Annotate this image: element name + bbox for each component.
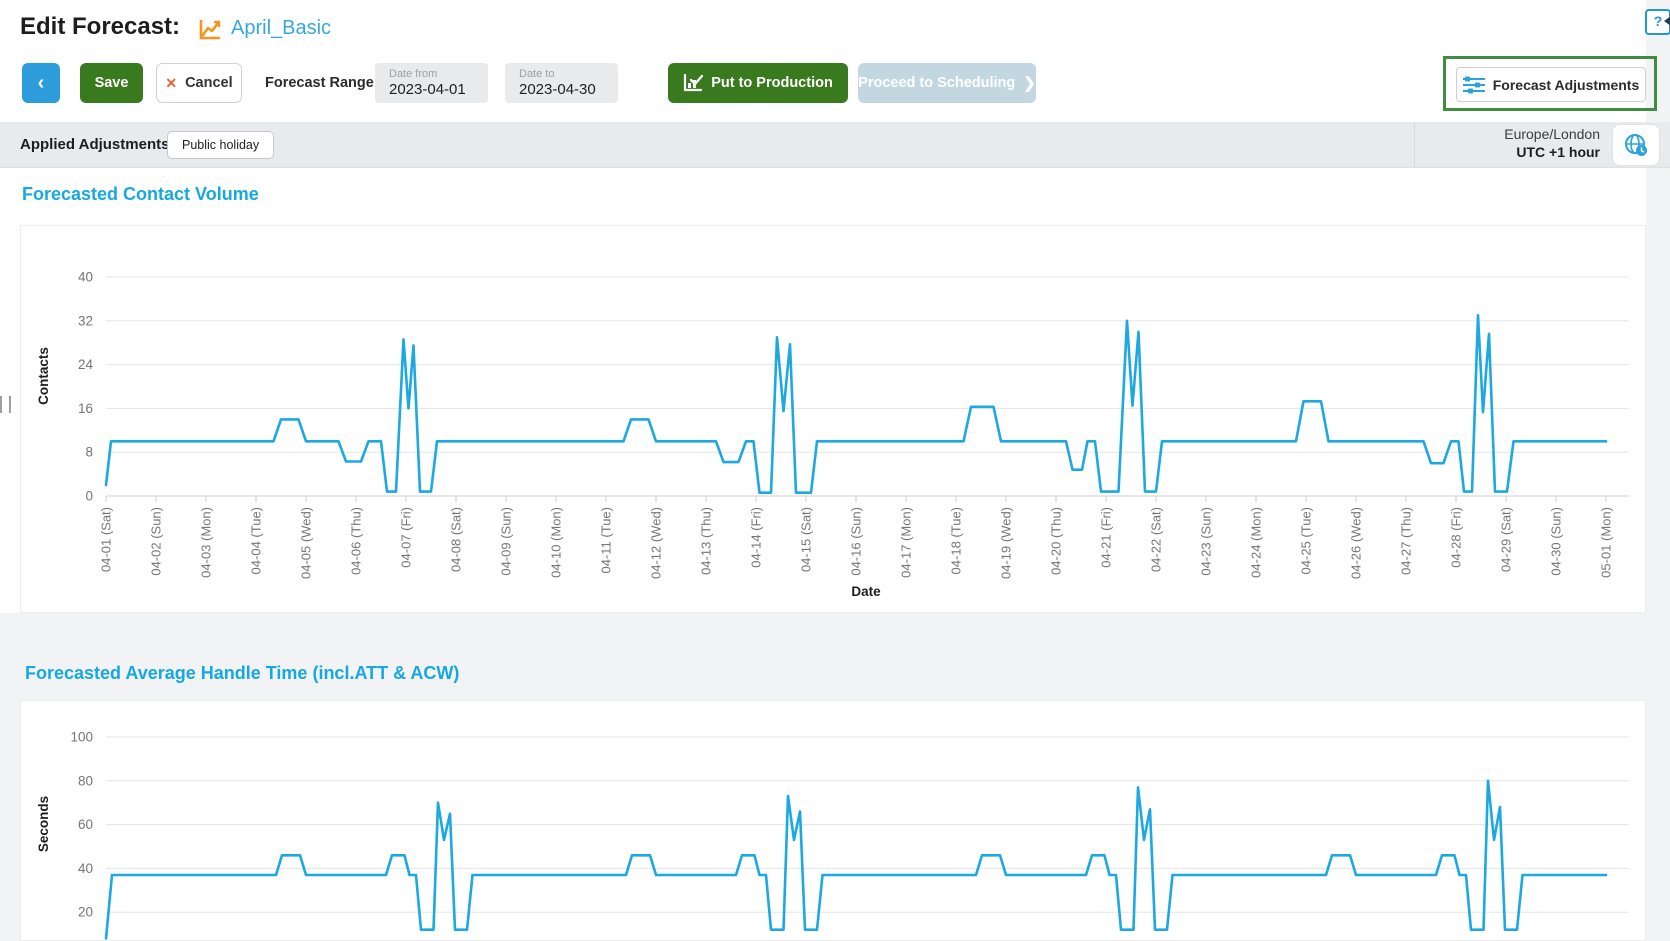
svg-text:32: 32 [78, 313, 93, 328]
svg-text:04-20 (Thu): 04-20 (Thu) [1049, 507, 1064, 575]
forecast-chart-icon [199, 19, 223, 41]
put-to-production-button[interactable]: Put to Production [668, 63, 848, 103]
svg-text:04-04 (Tue): 04-04 (Tue) [249, 507, 264, 574]
svg-text:04-19 (Wed): 04-19 (Wed) [999, 507, 1014, 579]
svg-text:16: 16 [78, 401, 93, 416]
svg-text:04-07 (Fri): 04-07 (Fri) [399, 507, 414, 568]
svg-text:Contacts: Contacts [36, 347, 51, 405]
forecast-adjustments-label: Forecast Adjustments [1493, 77, 1640, 93]
svg-text:04-11 (Tue): 04-11 (Tue) [599, 507, 614, 573]
svg-text:8: 8 [85, 445, 93, 460]
svg-text:05-01 (Mon): 05-01 (Mon) [1599, 507, 1614, 578]
svg-text:04-25 (Tue): 04-25 (Tue) [1299, 507, 1314, 574]
svg-text:04-09 (Sun): 04-09 (Sun) [499, 507, 514, 576]
svg-text:40: 40 [78, 861, 93, 876]
x-icon: ✕ [165, 75, 177, 92]
date-from-field[interactable]: Date from 2023-04-01 [375, 63, 488, 103]
proceed-to-scheduling-button[interactable]: Proceed to Scheduling ❯ [858, 63, 1036, 103]
svg-text:04-03 (Mon): 04-03 (Mon) [199, 507, 214, 578]
sliders-icon [1463, 76, 1485, 94]
date-to-field[interactable]: Date to 2023-04-30 [505, 63, 618, 103]
svg-text:Seconds: Seconds [36, 796, 51, 852]
contact-volume-title: Forecasted Contact Volume [22, 184, 259, 205]
svg-text:04-12 (Wed): 04-12 (Wed) [649, 507, 664, 579]
adjustment-chip-public-holiday[interactable]: Public holiday [167, 131, 274, 159]
cancel-button[interactable]: ✕ Cancel [156, 63, 242, 103]
contact-volume-chart: 0 8 16 24 32 40 04-01 (Sat) 04-02 (Sun) 04-03 (M… [21, 226, 1645, 612]
timezone-globe-button[interactable] [1612, 124, 1660, 166]
date-from-label: Date from [389, 68, 488, 81]
svg-text:04-13 (Thu): 04-13 (Thu) [699, 507, 714, 575]
svg-text:04-18 (Tue): 04-18 (Tue) [949, 507, 964, 574]
forecast-range-label: Forecast Range: [265, 75, 379, 91]
save-button[interactable]: Save [80, 63, 143, 103]
forecast-adjustments-button[interactable]: Forecast Adjustments [1456, 67, 1646, 102]
chevron-right-icon: ❯ [1023, 74, 1036, 92]
chart-check-icon [683, 74, 703, 92]
svg-text:04-08 (Sat): 04-08 (Sat) [449, 507, 464, 572]
contact-volume-panel: 0 8 16 24 32 40 04-01 (Sat) 04-02 (Sun) 04-03 (M… [20, 225, 1646, 613]
put-to-production-label: Put to Production [711, 75, 833, 91]
svg-text:04-21 (Fri): 04-21 (Fri) [1099, 507, 1114, 568]
svg-text:04-29 (Sat): 04-29 (Sat) [1499, 507, 1514, 572]
page-title: Edit Forecast: [20, 13, 180, 41]
svg-text:60: 60 [78, 817, 93, 832]
svg-text:04-24 (Mon): 04-24 (Mon) [1249, 507, 1264, 578]
timezone-offset: UTC +1 hour [1400, 144, 1600, 160]
cursor-arrow-icon [1664, 16, 1670, 26]
svg-text:100: 100 [70, 730, 93, 745]
svg-text:04-26 (Wed): 04-26 (Wed) [1349, 507, 1364, 579]
svg-text:04-06 (Thu): 04-06 (Thu) [349, 507, 364, 575]
svg-text:Date: Date [851, 584, 881, 599]
globe-clock-icon [1623, 132, 1649, 158]
date-to-value: 2023-04-30 [519, 81, 618, 98]
cancel-label: Cancel [185, 75, 233, 91]
svg-text:04-10 (Mon): 04-10 (Mon) [549, 507, 564, 578]
aht-chart: 20 40 60 80 100 Seconds [21, 701, 1645, 940]
applied-adjustments-label: Applied Adjustments: [20, 136, 174, 153]
svg-text:20: 20 [78, 905, 93, 920]
svg-text:04-27 (Thu): 04-27 (Thu) [1399, 507, 1414, 575]
svg-text:04-14 (Fri): 04-14 (Fri) [749, 507, 764, 568]
svg-text:04-02 (Sun): 04-02 (Sun) [149, 507, 164, 576]
svg-text:40: 40 [78, 270, 93, 285]
svg-text:24: 24 [78, 357, 94, 372]
timezone-region: Europe/London [1400, 126, 1600, 142]
svg-text:04-05 (Wed): 04-05 (Wed) [299, 507, 314, 579]
chevron-left-icon: ‹ [38, 72, 45, 95]
date-to-label: Date to [519, 68, 618, 81]
forecast-name-link[interactable]: April_Basic [231, 17, 331, 40]
svg-text:04-22 (Sat): 04-22 (Sat) [1149, 507, 1164, 572]
svg-text:04-23 (Sun): 04-23 (Sun) [1199, 507, 1214, 576]
date-from-value: 2023-04-01 [389, 81, 488, 98]
svg-text:04-17 (Mon): 04-17 (Mon) [899, 507, 914, 578]
svg-text:04-15 (Sat): 04-15 (Sat) [799, 507, 814, 572]
svg-text:04-30 (Sun): 04-30 (Sun) [1549, 507, 1564, 576]
svg-text:0: 0 [85, 489, 93, 504]
resize-handle[interactable] [0, 396, 11, 413]
proceed-label: Proceed to Scheduling [858, 75, 1015, 91]
svg-text:80: 80 [78, 773, 93, 788]
question-box-icon: ? [1654, 13, 1663, 29]
svg-text:04-16 (Sun): 04-16 (Sun) [849, 507, 864, 576]
back-button[interactable]: ‹ [22, 63, 60, 103]
svg-text:04-28 (Fri): 04-28 (Fri) [1449, 507, 1464, 568]
svg-text:04-01 (Sat): 04-01 (Sat) [99, 507, 114, 572]
aht-panel: 20 40 60 80 100 Seconds [20, 700, 1646, 941]
aht-title: Forecasted Average Handle Time (incl.ATT… [25, 663, 459, 684]
